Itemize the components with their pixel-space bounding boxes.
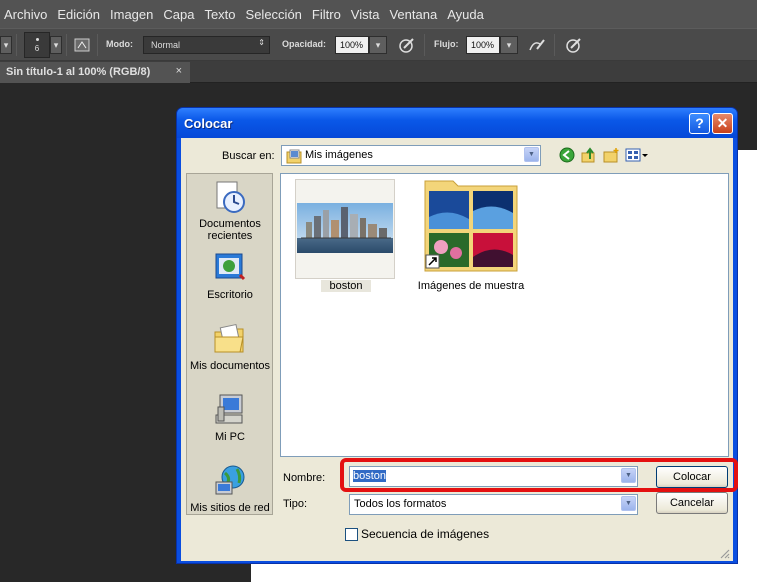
menu-texto[interactable]: Texto (200, 7, 241, 22)
airbrush-icon[interactable] (528, 36, 546, 54)
separator (424, 34, 425, 56)
image-sequence-label: Secuencia de imágenes (361, 527, 490, 541)
tool-preset-arrow[interactable]: ▾ (0, 36, 12, 54)
places-bar: Documentos recientes Escritorio Mis docu… (186, 173, 273, 515)
file-item-boston[interactable] (295, 179, 395, 279)
flow-input[interactable]: 100% (466, 36, 500, 54)
image-sequence-checkbox[interactable] (345, 528, 358, 541)
pressure-opacity-icon[interactable] (398, 36, 416, 54)
resize-grip-icon[interactable] (718, 547, 730, 559)
opacity-label: Opacidad: (282, 39, 327, 49)
view-menu-icon[interactable] (625, 147, 649, 163)
menu-edicion[interactable]: Edición (53, 7, 106, 22)
look-in-value: Mis imágenes (305, 149, 373, 161)
dialog-titlebar[interactable]: Colocar ? ✕ (177, 108, 737, 138)
help-button[interactable]: ? (689, 113, 710, 134)
document-tab-bar: Sin título-1 al 100% (RGB/8) × (0, 61, 757, 83)
brush-panel-icon[interactable] (73, 36, 91, 54)
options-bar: ▾ 6 ▾ Modo: Normal ⇕ Opacidad: 100% ▾ Fl… (0, 28, 757, 61)
mode-value: Normal (151, 40, 181, 50)
place-dialog: Colocar ? ✕ Buscar en: Mis imágenes ▼ Do… (176, 107, 738, 564)
separator (16, 34, 17, 56)
place-label: Mis documentos (189, 360, 271, 372)
place-label: Mis sitios de red (190, 502, 270, 514)
file-item-sample-pictures[interactable] (423, 177, 519, 273)
file-list[interactable]: boston Imágenes de muestra (280, 173, 729, 457)
recent-documents-icon (213, 180, 247, 214)
separator (554, 34, 555, 56)
network-places-icon (213, 464, 247, 498)
mode-select[interactable]: Normal ⇕ (143, 36, 270, 54)
document-tab-close-icon[interactable]: × (176, 65, 182, 77)
menu-filtro[interactable]: Filtro (308, 7, 347, 22)
folder-shortcut-icon (424, 180, 518, 272)
chevron-down-icon: ▼ (621, 496, 636, 511)
document-tab-title: Sin título-1 al 100% (RGB/8) (6, 66, 151, 78)
back-icon[interactable] (559, 147, 575, 163)
look-in-select[interactable]: Mis imágenes ▼ (281, 145, 541, 166)
menu-capa[interactable]: Capa (159, 7, 200, 22)
menu-ventana[interactable]: Ventana (385, 7, 443, 22)
type-value: Todos los formatos (354, 498, 447, 510)
cancel-button[interactable]: Cancelar (656, 492, 728, 514)
flow-dropdown-arrow[interactable]: ▾ (500, 36, 518, 54)
menu-bar: Archivo Edición Imagen Capa Texto Selecc… (0, 0, 757, 28)
menu-imagen[interactable]: Imagen (106, 7, 159, 22)
file-label-sample-pictures[interactable]: Imágenes de muestra (409, 280, 533, 292)
place-recent-documents[interactable]: Documentos recientes (187, 180, 273, 242)
place-my-computer[interactable]: Mi PC (187, 393, 273, 443)
brush-preview[interactable]: 6 (24, 32, 50, 58)
desktop-icon (213, 251, 247, 285)
chevron-down-icon: ▼ (524, 147, 539, 162)
type-select[interactable]: Todos los formatos ▼ (349, 494, 638, 515)
up-folder-icon[interactable] (581, 147, 597, 163)
my-pictures-folder-icon (286, 149, 302, 164)
name-label: Nombre: (283, 472, 326, 484)
highlight-annotation (340, 458, 738, 492)
menu-archivo[interactable]: Archivo (0, 7, 53, 22)
menu-ayuda[interactable]: Ayuda (443, 7, 490, 22)
place-label: Escritorio (207, 289, 253, 301)
mode-label: Modo: (106, 39, 133, 49)
dialog-body: Buscar en: Mis imágenes ▼ Documentos rec… (181, 138, 733, 561)
opacity-dropdown-arrow[interactable]: ▾ (369, 36, 387, 54)
my-computer-icon (213, 393, 247, 427)
menu-seleccion[interactable]: Selección (242, 7, 308, 22)
place-network[interactable]: Mis sitios de red (187, 464, 273, 514)
brush-picker-arrow[interactable]: ▾ (50, 36, 62, 54)
menu-vista[interactable]: Vista (347, 7, 386, 22)
separator (97, 34, 98, 56)
close-button[interactable]: ✕ (712, 113, 733, 134)
brush-size: 6 (34, 44, 40, 53)
my-documents-icon (213, 322, 247, 356)
place-label: Mi PC (215, 431, 245, 443)
place-my-documents[interactable]: Mis documentos (187, 322, 273, 372)
type-label: Tipo: (283, 498, 308, 510)
opacity-input[interactable]: 100% (335, 36, 369, 54)
separator (66, 34, 67, 56)
flow-label: Flujo: (434, 39, 459, 49)
dialog-title: Colocar (184, 116, 233, 131)
look-in-label: Buscar en: (222, 150, 275, 162)
new-folder-icon[interactable] (603, 147, 619, 163)
image-thumbnail-icon (297, 203, 393, 253)
pressure-size-icon[interactable] (565, 36, 583, 54)
place-label: Documentos recientes (199, 218, 261, 242)
file-label-boston[interactable]: boston (321, 280, 371, 292)
brush-dot-icon (35, 38, 39, 41)
document-tab[interactable]: Sin título-1 al 100% (RGB/8) × (0, 62, 190, 83)
place-desktop[interactable]: Escritorio (187, 251, 273, 301)
updown-icon: ⇕ (258, 38, 265, 47)
